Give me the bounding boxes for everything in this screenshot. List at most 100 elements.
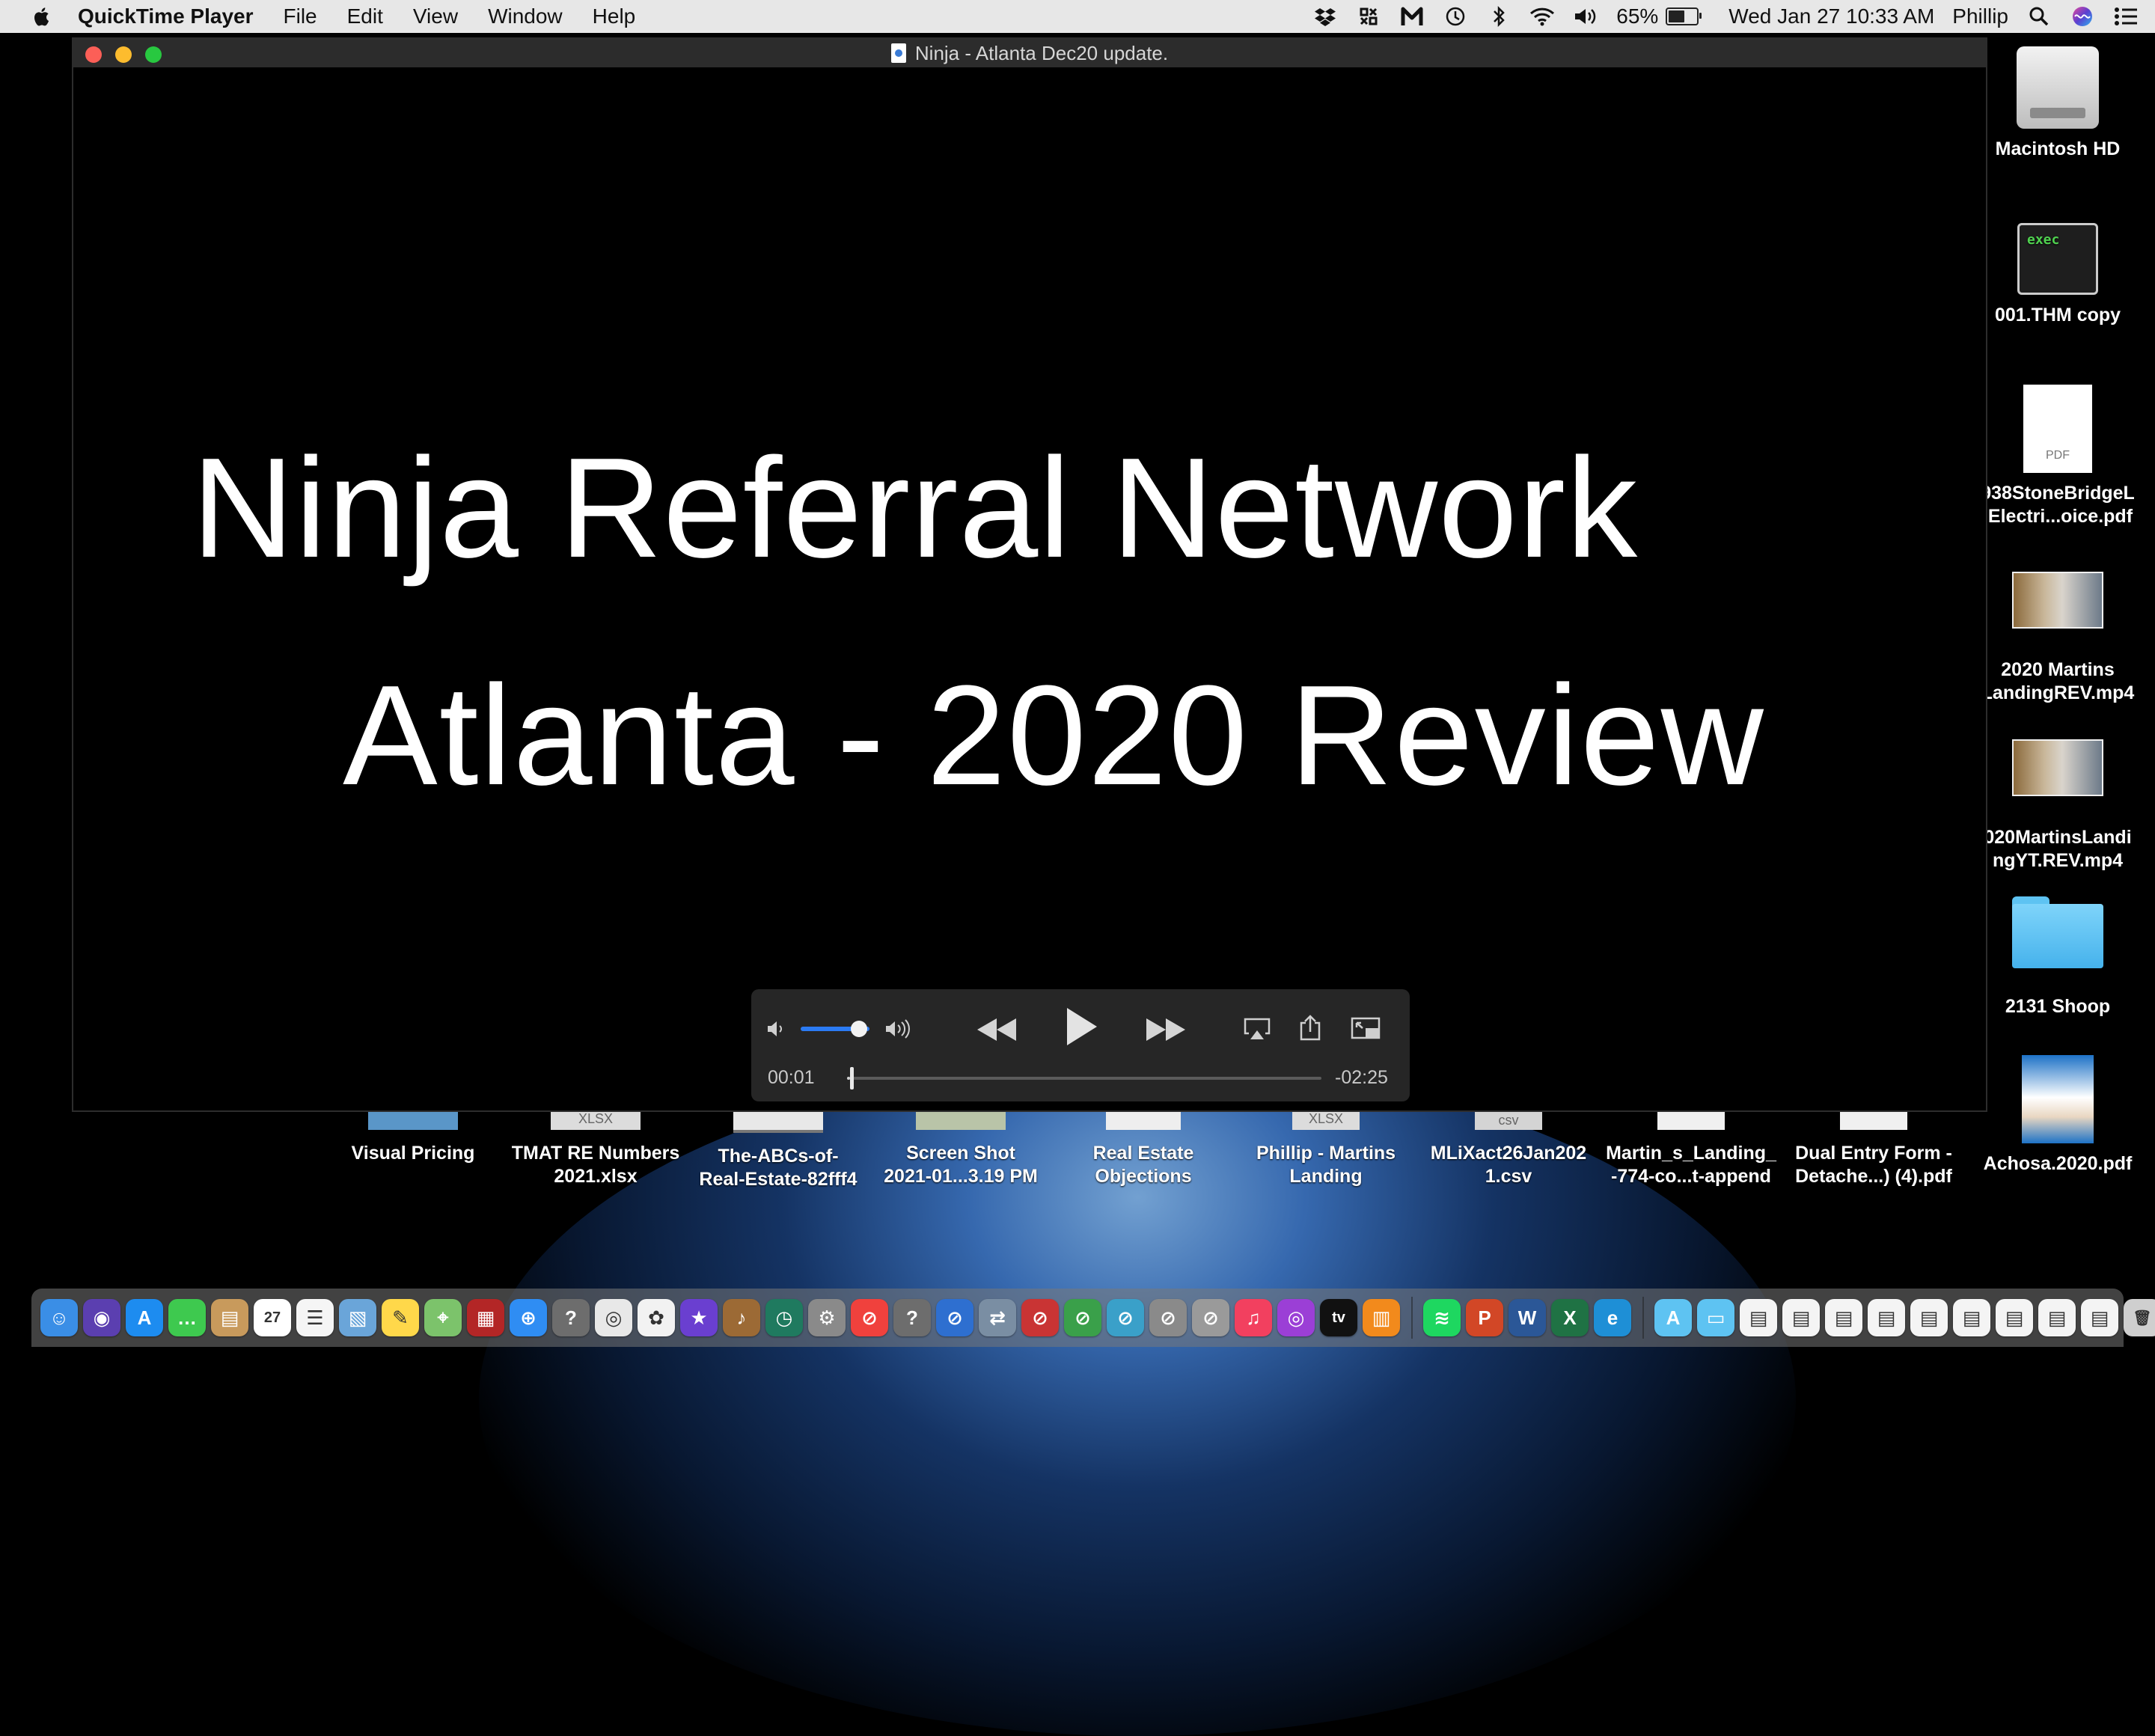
user-menu[interactable]: Phillip <box>1952 4 2008 28</box>
maps-icon[interactable]: ⌖ <box>424 1299 462 1336</box>
powerpoint-icon[interactable]: P <box>1466 1299 1503 1336</box>
desktop-icon-real-estate-objections[interactable]: Real Estate Objections <box>1046 1107 1241 1188</box>
close-button[interactable] <box>85 46 102 63</box>
unknown-app-icon-2[interactable]: ? <box>893 1299 931 1336</box>
share-icon[interactable] <box>1297 1013 1323 1042</box>
finder-icon[interactable]: ☺ <box>40 1299 78 1336</box>
desktop-icon-dual-entry-form[interactable]: Dual Entry Form - Detache...) (4).pdf <box>1776 1107 1971 1188</box>
desktop-icon-screen-shot[interactable]: Screen Shot 2021-01...3.19 PM <box>863 1107 1058 1188</box>
chrome-icon[interactable]: ◎ <box>595 1299 632 1336</box>
tasks-icon[interactable] <box>1356 5 1381 28</box>
desktop-icon-martins-landing-rev[interactable]: 2020 Martins LandingREV.mp4 <box>1960 572 2155 705</box>
desktop-icon-achosa-pdf[interactable]: Achosa.2020.pdf <box>1960 1055 2155 1176</box>
desktop-icon-mlixact-csv[interactable]: csv MLiXact26Jan202 1.csv <box>1411 1107 1606 1188</box>
fullscreen-button[interactable] <box>145 46 162 63</box>
messages-icon[interactable]: … <box>168 1299 206 1336</box>
reminders-icon[interactable]: ☰ <box>296 1299 334 1336</box>
wifi-icon[interactable] <box>1529 5 1555 28</box>
clock[interactable]: Wed Jan 27 10:33 AM <box>1728 4 1934 28</box>
recent-file-icon-5[interactable]: ▤ <box>1910 1299 1948 1336</box>
desktop-icon-martins-landing-yt[interactable]: 020MartinsLandi ngYT.REV.mp4 <box>1960 739 2155 872</box>
play-button[interactable] <box>1064 1006 1098 1048</box>
excel-icon[interactable]: X <box>1551 1299 1589 1336</box>
rewind-button[interactable] <box>976 1015 1018 1045</box>
recent-file-icon-4[interactable]: ▤ <box>1868 1299 1905 1336</box>
minimize-button[interactable] <box>115 46 132 63</box>
window-menu[interactable]: Window <box>488 4 563 28</box>
documents-folder-icon[interactable]: ▭ <box>1697 1299 1734 1336</box>
desktop-icon-visual-pricing[interactable]: Visual Pricing <box>316 1107 510 1165</box>
music-icon[interactable]: ♫ <box>1235 1299 1272 1336</box>
app-store-icon[interactable]: A <box>126 1299 163 1336</box>
photos-icon[interactable]: ✿ <box>638 1299 675 1336</box>
edge-icon[interactable]: e <box>1594 1299 1631 1336</box>
desktop-icon-2131-shoop[interactable]: 2131 Shoop <box>1960 896 2155 1018</box>
siri-app-icon[interactable]: ◉ <box>83 1299 120 1336</box>
desktop-icon-martins-landing-append[interactable]: Martin_s_Landing_ -774-co...t-append <box>1594 1107 1788 1188</box>
search-icon[interactable] <box>2026 5 2052 28</box>
document-proxy-icon[interactable] <box>890 43 906 63</box>
quicktime-window[interactable]: Ninja - Atlanta Dec20 update. Ninja Refe… <box>72 37 1987 1112</box>
help-menu[interactable]: Help <box>593 4 636 28</box>
volume-slider-knob[interactable] <box>851 1021 868 1037</box>
unknown-app-icon[interactable]: ? <box>552 1299 590 1336</box>
blocked-app-icon-2[interactable]: ⊘ <box>1021 1299 1059 1336</box>
playback-controls[interactable]: 00:01 -02:25 <box>751 989 1410 1101</box>
photo-booth-icon[interactable]: ▦ <box>467 1299 504 1336</box>
file-menu[interactable]: File <box>284 4 317 28</box>
desktop-icon-phillip-martins-landing[interactable]: XLSX Phillip - Martins Landing <box>1229 1107 1423 1188</box>
spotify-icon[interactable]: ≋ <box>1423 1299 1461 1336</box>
garageband-icon[interactable]: ♪ <box>723 1299 760 1336</box>
news-icon[interactable]: ⊘ <box>851 1299 888 1336</box>
malwarebytes-icon[interactable] <box>1399 5 1425 28</box>
blocked-app-icon-5[interactable]: ⊘ <box>1149 1299 1187 1336</box>
recent-file-icon-1[interactable]: ▤ <box>1740 1299 1777 1336</box>
time-machine-app-icon[interactable]: ◷ <box>765 1299 803 1336</box>
notification-center-icon[interactable] <box>2113 5 2139 28</box>
blocked-app-icon[interactable]: ⊘ <box>936 1299 973 1336</box>
desktop-icon-abcs-real-estate[interactable]: The-ABCs-of- Real-Estate-82fff4 <box>681 1107 875 1191</box>
siri-icon[interactable] <box>2070 5 2095 28</box>
utility-app-icon[interactable]: ⊘ <box>1192 1299 1229 1336</box>
picture-in-picture-icon[interactable] <box>1350 1016 1383 1042</box>
desktop-icon-stonebridge-pdf[interactable]: PDF 938StoneBridgeL .Electri...oice.pdf <box>1960 385 2155 528</box>
books-icon[interactable]: ▥ <box>1363 1299 1400 1336</box>
trash-icon[interactable]: 🗑 <box>2124 1299 2155 1336</box>
recent-file-icon-9[interactable]: ▤ <box>2081 1299 2118 1336</box>
view-menu[interactable]: View <box>413 4 458 28</box>
apple-tv-icon[interactable]: tv <box>1320 1299 1357 1336</box>
podcasts-icon[interactable]: ◎ <box>1277 1299 1315 1336</box>
word-icon[interactable]: W <box>1508 1299 1546 1336</box>
recent-file-icon-3[interactable]: ▤ <box>1825 1299 1862 1336</box>
volume-icon[interactable] <box>1573 5 1598 28</box>
recent-file-icon-7[interactable]: ▤ <box>1996 1299 2033 1336</box>
time-machine-icon[interactable] <box>1443 5 1468 28</box>
blocked-app-icon-3[interactable]: ⊘ <box>1064 1299 1101 1336</box>
imovie-icon[interactable]: ★ <box>680 1299 718 1336</box>
recent-file-icon-8[interactable]: ▤ <box>2038 1299 2076 1336</box>
app-menu[interactable]: QuickTime Player <box>78 4 254 28</box>
battery-icon[interactable] <box>1666 7 1702 25</box>
calendar-icon[interactable]: 27 <box>254 1299 291 1336</box>
dropbox-icon[interactable] <box>1312 5 1338 28</box>
volume-low-icon[interactable] <box>765 1019 787 1039</box>
bluetooth-icon[interactable] <box>1486 5 1511 28</box>
migration-assistant-icon[interactable]: ⇄ <box>979 1299 1016 1336</box>
preview-icon[interactable]: ▧ <box>339 1299 376 1336</box>
volume-high-icon[interactable] <box>884 1018 917 1040</box>
notes-icon[interactable]: ✎ <box>382 1299 419 1336</box>
scrubber-playhead[interactable] <box>850 1067 854 1089</box>
system-preferences-icon[interactable]: ⚙ <box>808 1299 846 1336</box>
recent-file-icon-6[interactable]: ▤ <box>1953 1299 1990 1336</box>
apple-menu-icon[interactable] <box>30 4 54 28</box>
airplay-icon[interactable] <box>1242 1016 1272 1042</box>
safari-icon[interactable]: ⊕ <box>510 1299 547 1336</box>
edit-menu[interactable]: Edit <box>347 4 383 28</box>
contacts-icon[interactable]: ▤ <box>211 1299 248 1336</box>
scrubber-track[interactable] <box>847 1077 1321 1080</box>
window-titlebar[interactable]: Ninja - Atlanta Dec20 update. <box>73 39 1986 67</box>
recent-file-icon-2[interactable]: ▤ <box>1782 1299 1820 1336</box>
blocked-app-icon-4[interactable]: ⊘ <box>1107 1299 1144 1336</box>
desktop-icon-thm-copy[interactable]: exec 001.THM copy <box>1960 223 2155 327</box>
applications-folder-icon[interactable]: A <box>1654 1299 1692 1336</box>
